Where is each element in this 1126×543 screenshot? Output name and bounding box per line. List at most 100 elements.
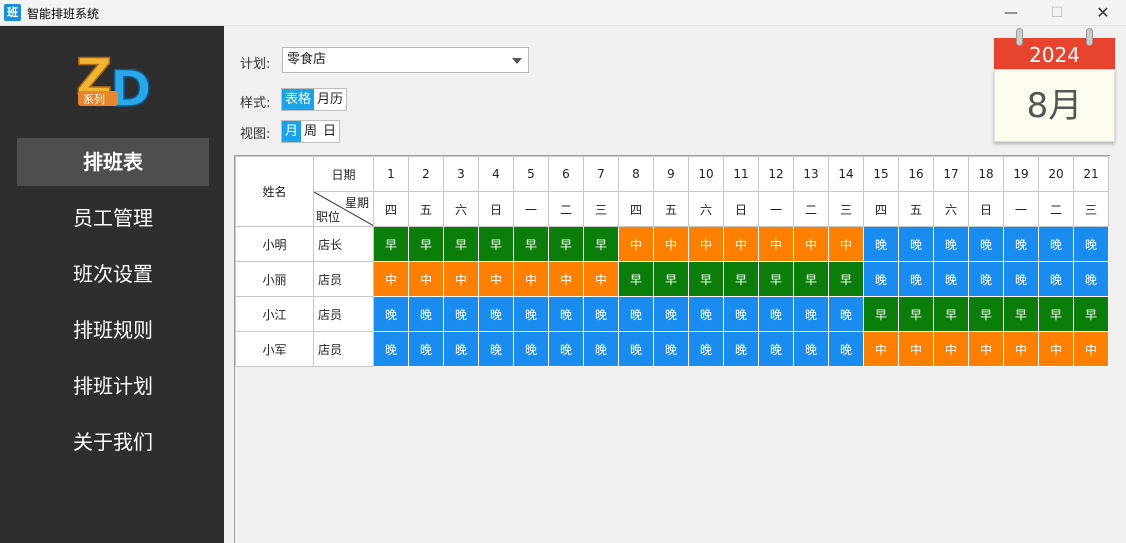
shift-cell[interactable]: 早 <box>548 226 584 262</box>
shift-cell[interactable]: 早 <box>583 226 619 262</box>
shift-cell[interactable]: 晚 <box>793 331 829 367</box>
nav-item-rules[interactable]: 排班规则 <box>17 306 209 354</box>
shift-cell[interactable]: 早 <box>828 261 864 297</box>
shift-cell[interactable]: 晚 <box>968 226 1004 262</box>
shift-cell[interactable]: 晚 <box>478 331 514 367</box>
shift-cell[interactable]: 早 <box>373 226 409 262</box>
shift-cell[interactable]: 晚 <box>548 331 584 367</box>
shift-cell[interactable]: 早 <box>513 226 549 262</box>
shift-cell[interactable]: 晚 <box>863 261 899 297</box>
shift-cell[interactable]: 中 <box>373 261 409 297</box>
shift-cell[interactable]: 中 <box>1003 331 1039 367</box>
shift-cell[interactable]: 中 <box>408 261 444 297</box>
shift-cell[interactable]: 晚 <box>933 226 969 262</box>
shift-cell[interactable]: 晚 <box>408 296 444 332</box>
shift-cell[interactable]: 晚 <box>373 331 409 367</box>
shift-cell[interactable]: 晚 <box>583 296 619 332</box>
shift-cell[interactable]: 晚 <box>1073 261 1109 297</box>
shift-cell[interactable]: 晚 <box>653 296 689 332</box>
shift-cell[interactable]: 早 <box>478 226 514 262</box>
shift-cell[interactable]: 晚 <box>933 261 969 297</box>
shift-cell[interactable]: 晚 <box>758 296 794 332</box>
shift-cell[interactable]: 中 <box>1073 331 1109 367</box>
nav-item-shifts[interactable]: 班次设置 <box>17 250 209 298</box>
shift-cell[interactable]: 早 <box>1003 296 1039 332</box>
shift-cell[interactable]: 晚 <box>443 296 479 332</box>
shift-cell[interactable]: 中 <box>548 261 584 297</box>
shift-cell[interactable]: 晚 <box>513 331 549 367</box>
shift-cell[interactable]: 早 <box>968 296 1004 332</box>
shift-cell[interactable]: 中 <box>478 261 514 297</box>
view-option-week[interactable]: 周 <box>301 121 320 142</box>
close-button[interactable]: ✕ <box>1080 0 1126 26</box>
shift-cell[interactable]: 中 <box>443 261 479 297</box>
shift-cell[interactable]: 晚 <box>723 331 759 367</box>
shift-cell[interactable]: 晚 <box>688 331 724 367</box>
nav-item-schedule[interactable]: 排班表 <box>17 138 209 186</box>
shift-cell[interactable]: 晚 <box>408 331 444 367</box>
shift-cell[interactable]: 晚 <box>1003 226 1039 262</box>
shift-cell[interactable]: 早 <box>653 261 689 297</box>
shift-cell[interactable]: 中 <box>618 226 654 262</box>
shift-cell[interactable]: 晚 <box>828 331 864 367</box>
shift-cell[interactable]: 中 <box>583 261 619 297</box>
shift-cell[interactable]: 早 <box>1038 296 1074 332</box>
shift-cell[interactable]: 早 <box>618 261 654 297</box>
shift-cell[interactable]: 晚 <box>828 296 864 332</box>
shift-cell[interactable]: 晚 <box>1038 226 1074 262</box>
nav-item-about[interactable]: 关于我们 <box>17 418 209 466</box>
shift-cell[interactable]: 晚 <box>863 226 899 262</box>
shift-cell[interactable]: 晚 <box>583 331 619 367</box>
shift-cell[interactable]: 早 <box>1073 296 1109 332</box>
shift-cell[interactable]: 晚 <box>1073 226 1109 262</box>
shift-cell[interactable]: 中 <box>1038 331 1074 367</box>
main-panel: 计划: 零食店 样式: 表格 月历 视图: 月 周 日 2024 8月 姓名 日… <box>224 26 1126 543</box>
style-option-calendar[interactable]: 月历 <box>314 89 346 110</box>
view-option-month[interactable]: 月 <box>282 121 302 142</box>
shift-cell[interactable]: 早 <box>793 261 829 297</box>
shift-cell[interactable]: 中 <box>513 261 549 297</box>
shift-cell[interactable]: 晚 <box>653 331 689 367</box>
nav-item-plans[interactable]: 排班计划 <box>17 362 209 410</box>
style-option-table[interactable]: 表格 <box>282 89 315 110</box>
shift-cell[interactable]: 晚 <box>793 296 829 332</box>
plan-select[interactable]: 零食店 <box>282 47 529 73</box>
shift-cell[interactable]: 晚 <box>373 296 409 332</box>
shift-cell[interactable]: 晚 <box>723 296 759 332</box>
shift-cell[interactable]: 中 <box>933 331 969 367</box>
shift-cell[interactable]: 晚 <box>618 331 654 367</box>
shift-cell[interactable]: 晚 <box>898 261 934 297</box>
shift-cell[interactable]: 中 <box>793 226 829 262</box>
shift-cell[interactable]: 早 <box>933 296 969 332</box>
shift-cell[interactable]: 早 <box>758 261 794 297</box>
shift-cell[interactable]: 中 <box>898 331 934 367</box>
nav-item-employees[interactable]: 员工管理 <box>17 194 209 242</box>
maximize-button[interactable]: ☐ <box>1034 0 1080 26</box>
shift-cell[interactable]: 晚 <box>513 296 549 332</box>
shift-cell[interactable]: 中 <box>653 226 689 262</box>
shift-cell[interactable]: 晚 <box>1003 261 1039 297</box>
shift-cell[interactable]: 晚 <box>1038 261 1074 297</box>
shift-cell[interactable]: 早 <box>723 261 759 297</box>
shift-cell[interactable]: 中 <box>863 331 899 367</box>
shift-cell[interactable]: 晚 <box>898 226 934 262</box>
shift-cell[interactable]: 早 <box>408 226 444 262</box>
shift-cell[interactable]: 早 <box>688 261 724 297</box>
shift-cell[interactable]: 中 <box>968 331 1004 367</box>
shift-cell[interactable]: 晚 <box>443 331 479 367</box>
shift-cell[interactable]: 晚 <box>688 296 724 332</box>
shift-cell[interactable]: 中 <box>758 226 794 262</box>
shift-cell[interactable]: 中 <box>688 226 724 262</box>
minimize-button[interactable]: — <box>988 0 1034 26</box>
shift-cell[interactable]: 中 <box>828 226 864 262</box>
shift-cell[interactable]: 中 <box>723 226 759 262</box>
shift-cell[interactable]: 晚 <box>618 296 654 332</box>
shift-cell[interactable]: 晚 <box>478 296 514 332</box>
shift-cell[interactable]: 早 <box>443 226 479 262</box>
shift-cell[interactable]: 早 <box>898 296 934 332</box>
view-option-day[interactable]: 日 <box>320 121 339 142</box>
shift-cell[interactable]: 晚 <box>758 331 794 367</box>
shift-cell[interactable]: 晚 <box>548 296 584 332</box>
shift-cell[interactable]: 早 <box>863 296 899 332</box>
shift-cell[interactable]: 晚 <box>968 261 1004 297</box>
